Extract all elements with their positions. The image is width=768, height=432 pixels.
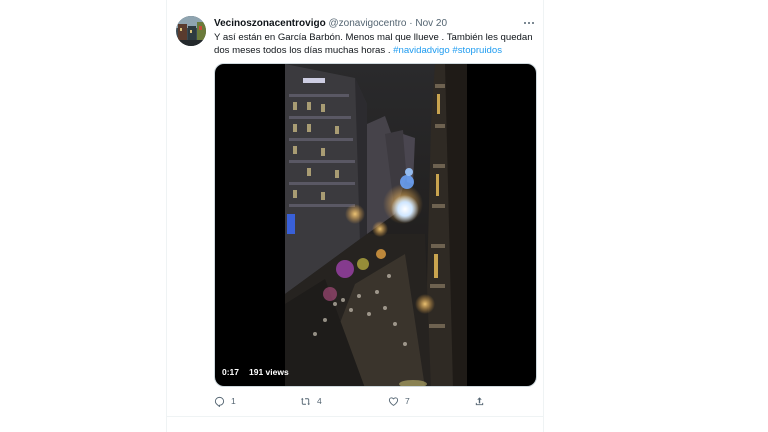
hashtag-link[interactable]: #navidadvigo <box>393 45 450 56</box>
video-view-count: 191 views <box>249 367 289 377</box>
tweet-header: Vecinoszonacentrovigo @zonavigocentro · … <box>214 17 447 30</box>
tweet-text-line2: dos meses todos los días muchas horas . <box>214 45 394 56</box>
tweet-text-line1: Y así están en García Barbón. Menos mal … <box>214 32 533 43</box>
share-icon <box>475 396 484 405</box>
reply-icon <box>214 396 225 407</box>
more-options-button[interactable] <box>520 16 538 30</box>
like-count: 7 <box>405 396 410 406</box>
reply-button[interactable]: 1 <box>214 393 236 409</box>
timeline-border-right <box>543 0 544 432</box>
heart-icon <box>388 396 399 406</box>
hashtag-link[interactable]: #stopruidos <box>452 45 502 56</box>
retweet-count: 4 <box>317 396 322 406</box>
avatar-image <box>176 16 206 46</box>
like-button[interactable]: 7 <box>388 393 410 409</box>
share-button[interactable] <box>474 393 485 409</box>
avatar[interactable] <box>176 16 206 46</box>
separator-dot: · <box>409 18 413 29</box>
display-name[interactable]: Vecinoszonacentrovigo <box>214 18 326 29</box>
more-dot-icon <box>528 22 530 24</box>
tweet[interactable]: Vecinoszonacentrovigo @zonavigocentro · … <box>167 0 543 417</box>
more-dot-icon <box>532 22 534 24</box>
retweet-button[interactable]: 4 <box>300 393 322 409</box>
video-player[interactable]: 0:17 191 views <box>214 63 537 387</box>
reply-count: 1 <box>231 396 236 406</box>
video-elapsed-time: 0:17 <box>222 367 240 377</box>
tweet-text: Y así están en García Barbón. Menos mal … <box>214 31 534 57</box>
tweet-action-bar: 1 4 7 <box>214 393 514 409</box>
video-frame <box>285 64 467 386</box>
tweet-date[interactable]: Nov 20 <box>415 18 447 29</box>
more-dot-icon <box>524 22 526 24</box>
video-stats-overlay: 0:17 191 views <box>222 364 289 380</box>
user-handle[interactable]: @zonavigocentro <box>328 18 406 29</box>
retweet-icon <box>300 397 311 405</box>
